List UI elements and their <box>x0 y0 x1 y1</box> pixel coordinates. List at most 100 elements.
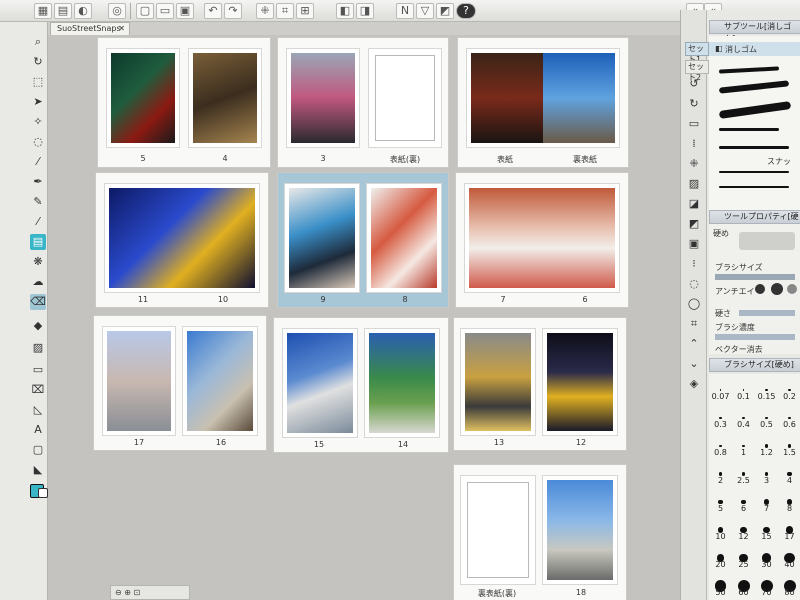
brush-size-cell[interactable]: 2.5 <box>732 458 755 486</box>
document-tab[interactable]: SuoStreetSnaps ✕ <box>50 22 130 35</box>
brush-size-cell[interactable]: 0.2 <box>778 374 800 402</box>
brush-size-cell[interactable]: 6 <box>732 486 755 514</box>
brush-size-cell[interactable]: 2 <box>709 458 732 486</box>
antialias-option[interactable] <box>771 283 783 295</box>
ruler-snap-icon[interactable]: N <box>396 3 414 19</box>
antialias-option[interactable] <box>787 284 797 294</box>
mask-icon[interactable]: ◪ <box>686 196 702 212</box>
zoom-icon[interactable]: ⌕ <box>30 34 46 50</box>
page-thumbnail[interactable] <box>106 48 180 148</box>
frame-border-icon[interactable]: ⌧ <box>30 382 46 398</box>
brush-size-cell[interactable]: 3 <box>755 458 778 486</box>
clear-icon[interactable]: ▨ <box>686 176 702 192</box>
spread-9-8[interactable]: 9 8 <box>278 173 448 307</box>
brush-size-panel-header[interactable]: ブラシサイズ[硬め] <box>709 358 800 372</box>
pencil-icon[interactable]: ✎ <box>30 194 46 210</box>
spread-5-4[interactable]: 5 4 <box>98 38 270 167</box>
rotate-right-icon[interactable]: ↻ <box>686 96 702 112</box>
airbrush-icon[interactable]: ▤ <box>30 234 46 250</box>
spread-11-10[interactable]: 11 10 <box>96 173 268 307</box>
density-slider[interactable] <box>715 334 795 340</box>
redo-icon[interactable]: ↷ <box>224 3 242 19</box>
brush-size-cell[interactable]: 4 <box>778 458 800 486</box>
flip-icon[interactable]: ◩ <box>686 216 702 232</box>
blank-page-thumbnail[interactable] <box>368 48 442 148</box>
page-thumbnail[interactable] <box>364 328 440 438</box>
brush-size-cell[interactable]: 0.3 <box>709 402 732 430</box>
brush-size-cell[interactable]: 17 <box>778 514 800 542</box>
brush-size-cell[interactable]: 20 <box>709 542 732 570</box>
page-thumbnail[interactable] <box>464 183 620 293</box>
brush-size-cell[interactable]: 80 <box>778 570 800 598</box>
brush-size-cell[interactable]: 0.07 <box>709 374 732 402</box>
subtool-item-eraser[interactable]: ◧ 消しゴム <box>709 42 800 56</box>
selection-icon[interactable]: ✧ <box>30 114 46 130</box>
new-file-icon[interactable]: ▢ <box>136 3 154 19</box>
brush-size-cell[interactable]: 25 <box>732 542 755 570</box>
brush-size-cell[interactable]: 0.5 <box>755 402 778 430</box>
ellipse-select-icon[interactable]: ◯ <box>686 296 702 312</box>
tool-property-header[interactable]: ツールプロパティ[硬め] <box>709 210 800 233</box>
spread-13-12[interactable]: 13 12 <box>454 318 626 450</box>
sub-color-swatch[interactable] <box>38 488 48 498</box>
brush-size-cell[interactable]: 50 <box>709 570 732 598</box>
page-thumbnail[interactable] <box>188 48 262 148</box>
page-thumbnail[interactable] <box>542 475 618 585</box>
blank-page-thumbnail[interactable] <box>460 475 536 585</box>
zoom-in-icon[interactable]: ⊕ <box>124 588 131 597</box>
balloon-icon[interactable]: ▢ <box>30 442 46 458</box>
brush-size-cell[interactable]: 10 <box>709 514 732 542</box>
subtool-panel-header[interactable]: サブツール[消しゴム] <box>709 20 800 43</box>
brush-size-cell[interactable]: 0.15 <box>755 374 778 402</box>
eraser-icon[interactable]: ⌫ <box>30 294 46 310</box>
brush-size-cell[interactable]: 1.5 <box>778 430 800 458</box>
page-thumbnail[interactable] <box>284 183 360 293</box>
select-all-icon[interactable]: ⊞ <box>296 3 314 19</box>
tile-view-icon[interactable]: ▤ <box>54 3 72 19</box>
figure-icon[interactable]: ▭ <box>30 362 46 378</box>
pen-icon[interactable]: ✒ <box>30 174 46 190</box>
layer-icon[interactable]: ▭ <box>686 116 702 132</box>
brush-icon[interactable]: ⁄ <box>30 214 46 230</box>
brush-size-cell[interactable]: 40 <box>778 542 800 570</box>
page-thumbnail[interactable] <box>104 183 260 293</box>
brush-size-cell[interactable]: 7 <box>755 486 778 514</box>
move-icon[interactable]: ➤ <box>30 94 46 110</box>
transform-icon[interactable]: ⁜ <box>256 3 274 19</box>
fill-icon[interactable]: ◆ <box>30 318 46 334</box>
brush-size-cell[interactable]: 5 <box>709 486 732 514</box>
move-up-icon[interactable]: ⌃ <box>686 336 702 352</box>
lasso-icon[interactable]: ◌ <box>30 134 46 150</box>
crop-icon[interactable]: ⌗ <box>686 316 702 332</box>
brush-size-cell[interactable]: 0.8 <box>709 430 732 458</box>
bucket-icon[interactable]: ◈ <box>686 376 702 392</box>
hardness-slider[interactable] <box>739 310 795 316</box>
spiral-icon[interactable]: ◎ <box>108 3 126 19</box>
dotted-select-icon[interactable]: ⁝ <box>686 256 702 272</box>
undo-icon[interactable]: ↶ <box>204 3 222 19</box>
brush-size-cell[interactable]: 1 <box>732 430 755 458</box>
crop-icon[interactable]: ⌗ <box>276 3 294 19</box>
blend-icon[interactable]: ☁ <box>30 274 46 290</box>
brush-size-cell[interactable]: 0.4 <box>732 402 755 430</box>
brush-size-slider[interactable] <box>715 274 795 280</box>
stroke-options-icon[interactable]: ◐ <box>74 3 92 19</box>
text-icon[interactable]: A <box>30 422 46 438</box>
page-thumbnail[interactable] <box>366 183 442 293</box>
special-ruler-icon[interactable]: ▽ <box>416 3 434 19</box>
eyedropper-icon[interactable]: ⁄ <box>30 154 46 170</box>
invert-selection-icon[interactable]: ◨ <box>356 3 374 19</box>
page-thumbnail[interactable] <box>102 326 176 436</box>
page-thumbnail[interactable] <box>542 328 618 436</box>
antialias-option[interactable] <box>755 284 765 294</box>
spread-cover[interactable]: 表紙 裏表紙 <box>458 38 628 167</box>
grid-view-icon[interactable]: ▦ <box>34 3 52 19</box>
brush-size-cell[interactable]: 15 <box>755 514 778 542</box>
subtool-label[interactable]: スナッ <box>767 156 791 167</box>
brush-size-cell[interactable]: 12 <box>732 514 755 542</box>
move-down-icon[interactable]: ⌄ <box>686 356 702 372</box>
open-file-icon[interactable]: ▭ <box>156 3 174 19</box>
brush-size-cell[interactable]: 0.1 <box>732 374 755 402</box>
grid-icon[interactable]: ⁞ <box>686 136 702 152</box>
brush-size-cell[interactable]: 8 <box>778 486 800 514</box>
